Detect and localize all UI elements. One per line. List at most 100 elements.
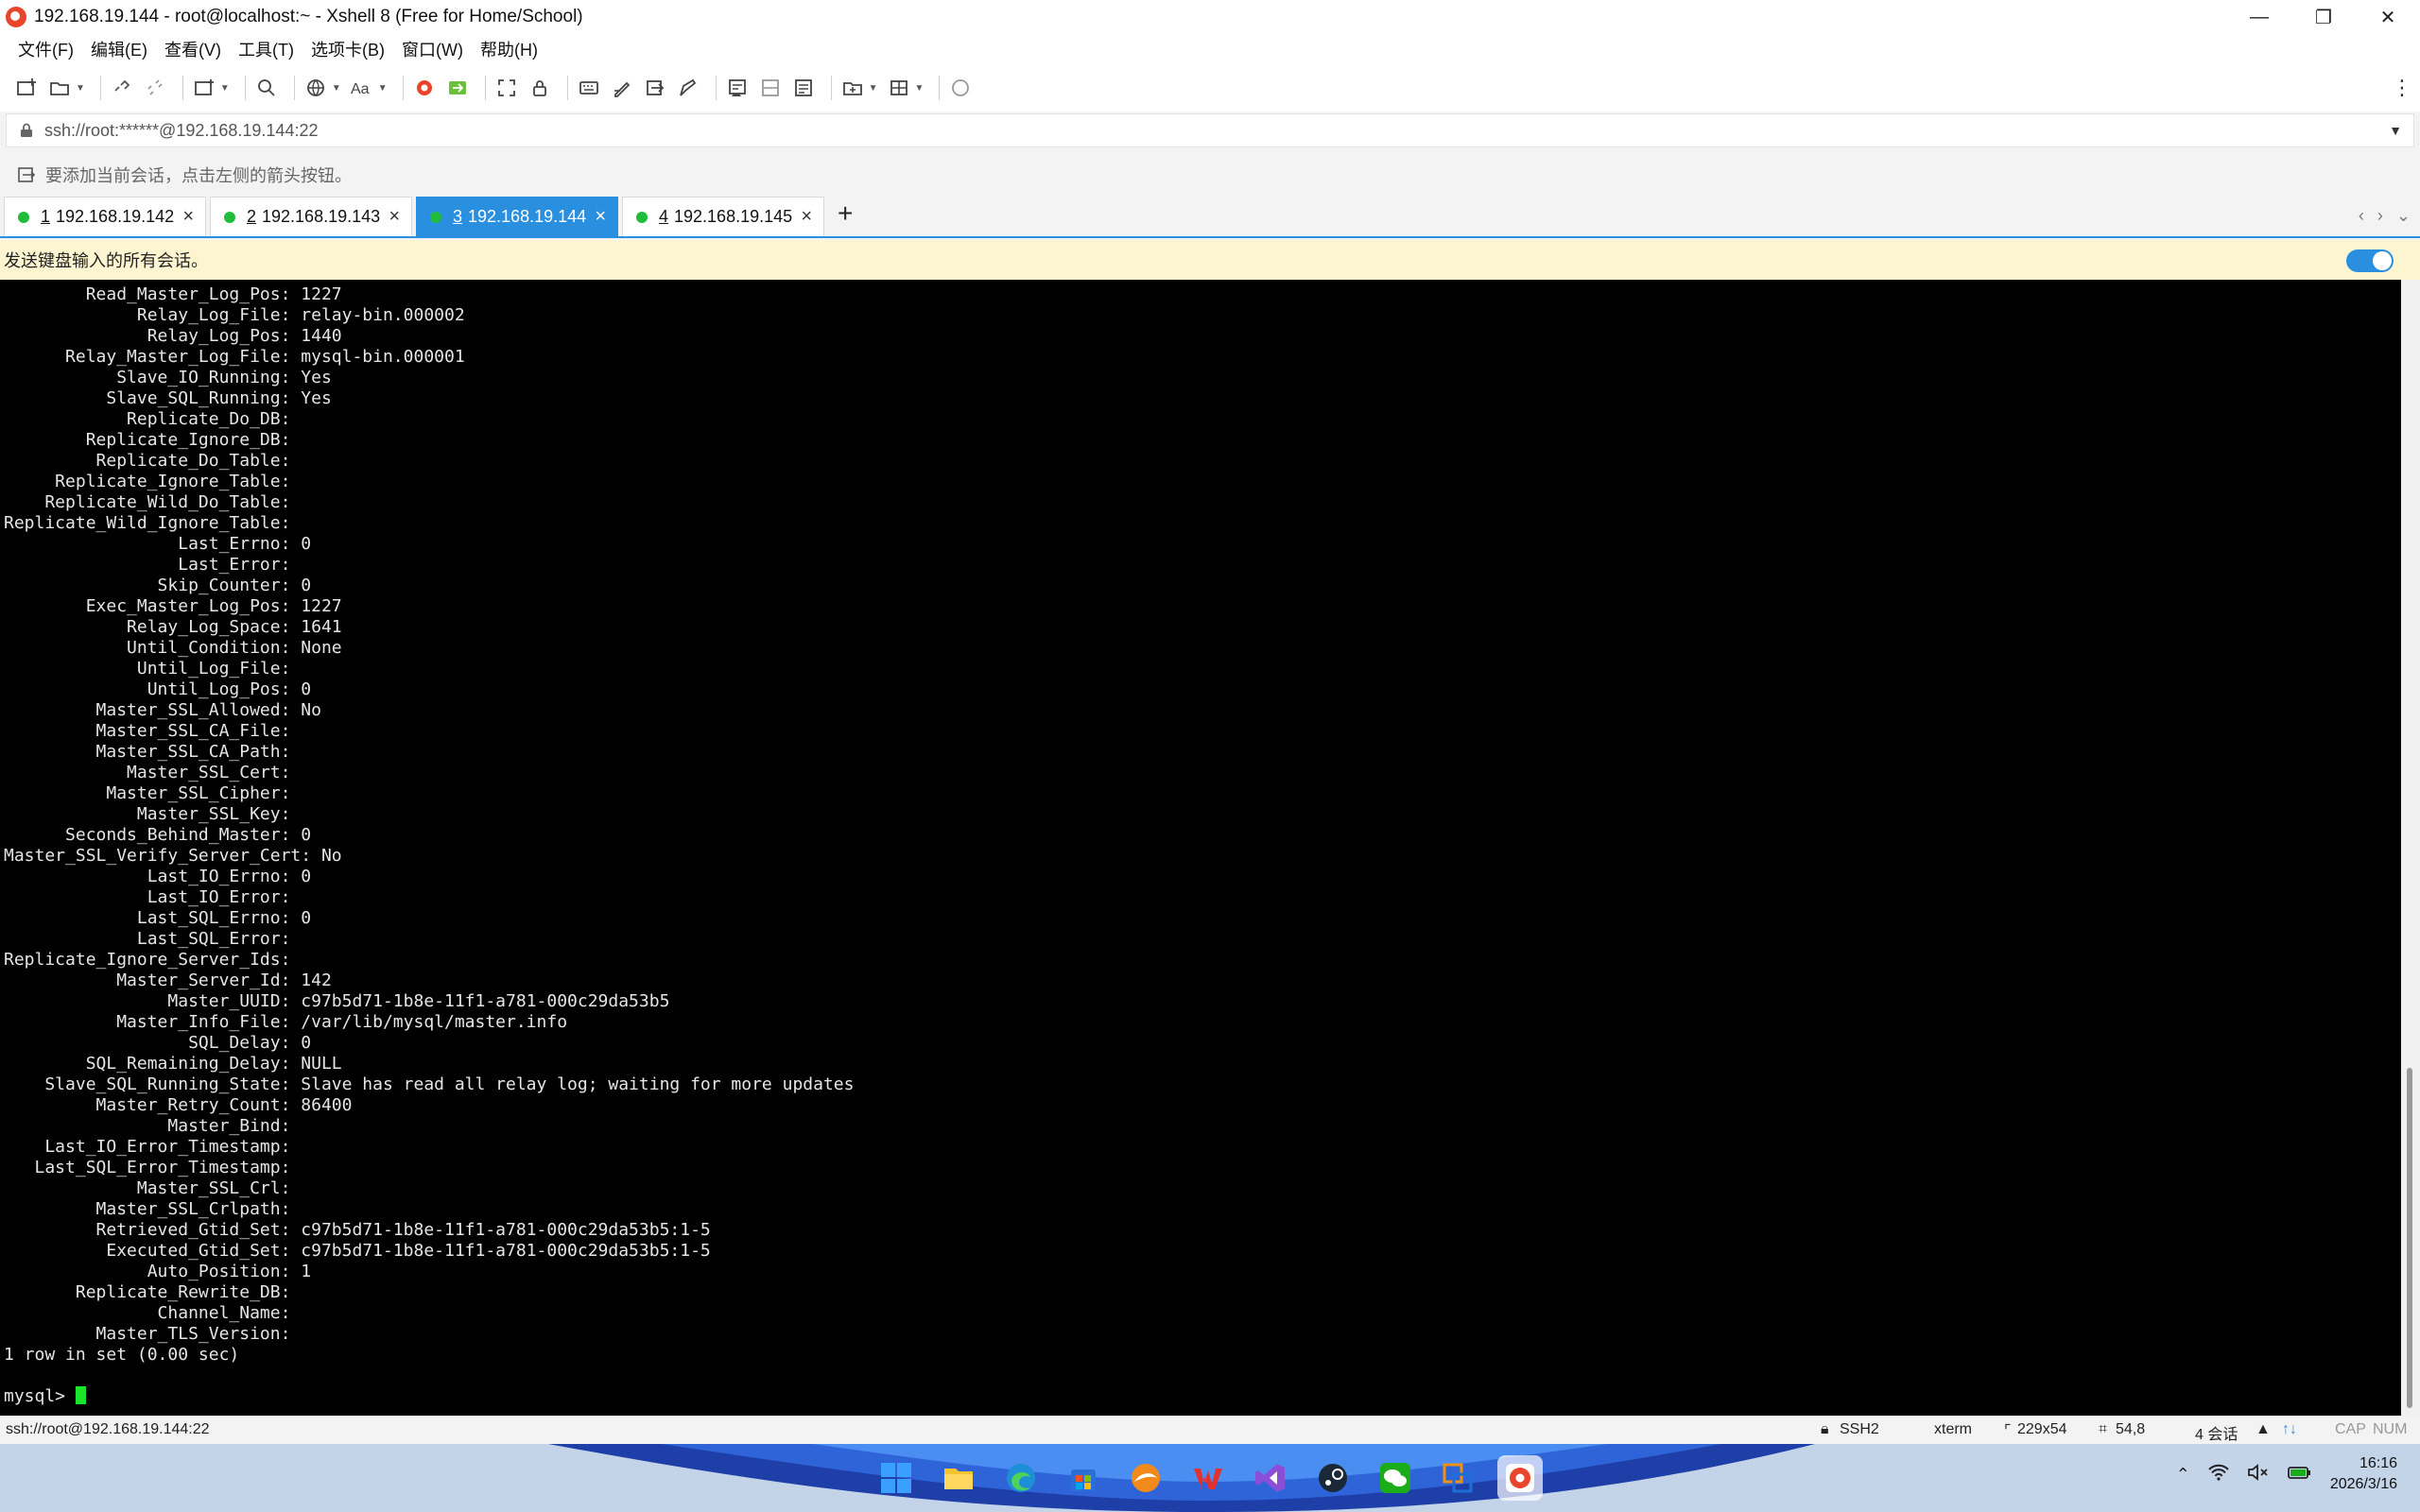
new-session-icon[interactable] (13, 75, 40, 101)
split-icon[interactable] (757, 75, 784, 101)
add-folder-dropdown-caret-icon[interactable]: ▼ (869, 83, 878, 94)
session-tab-2[interactable]: 2 192.168.19.143 × (210, 197, 412, 236)
session-tab-4[interactable]: 4 192.168.19.145 × (622, 197, 824, 236)
svg-text:Aa: Aa (351, 81, 370, 97)
wps-icon[interactable] (1185, 1455, 1231, 1501)
open-folder-icon[interactable] (46, 75, 73, 101)
add-session-arrow-icon[interactable] (17, 164, 38, 185)
menu-file[interactable]: 文件(F) (9, 37, 82, 61)
store-icon[interactable] (1061, 1455, 1106, 1501)
terminal-line: Master_TLS_Version: (4, 1324, 302, 1344)
browser-icon[interactable] (1123, 1455, 1168, 1501)
font-dropdown-caret-icon[interactable]: ▼ (378, 83, 388, 94)
session-tab-3[interactable]: 3 192.168.19.144 × (416, 197, 618, 236)
close-tab-icon[interactable]: × (182, 206, 194, 228)
close-tab-icon[interactable]: × (801, 206, 812, 228)
status-session-count[interactable]: 4 会话 (2195, 1421, 2238, 1444)
terminal-line: Slave_SQL_Running_State: Slave has read … (4, 1074, 855, 1094)
close-tab-icon[interactable]: × (389, 206, 400, 228)
lock-icon[interactable] (527, 75, 553, 101)
xshell-logo-icon (6, 7, 26, 27)
disconnect-icon[interactable] (142, 75, 168, 101)
visual-studio-icon[interactable] (1248, 1455, 1293, 1501)
xftp-icon[interactable] (444, 75, 471, 101)
menu-view[interactable]: 查看(V) (156, 37, 230, 61)
menu-window[interactable]: 窗口(W) (393, 37, 472, 61)
session-tab-1[interactable]: 1 192.168.19.142 × (4, 197, 206, 236)
battery-icon[interactable] (2287, 1463, 2313, 1486)
address-input[interactable]: ssh://root:******@192.168.19.144:22 (44, 121, 318, 141)
toolbar-more-icon[interactable]: ⋮ (2392, 76, 2412, 100)
terminal-line: Replicate_Rewrite_DB: (4, 1282, 302, 1302)
font-icon[interactable]: Aa (349, 75, 375, 101)
terminal-line: Relay_Log_Pos: 1440 (4, 326, 342, 346)
edge-icon[interactable] (998, 1455, 1044, 1501)
terminal-line: Until_Log_Pos: 0 (4, 679, 312, 699)
keyboard-icon[interactable] (576, 75, 602, 101)
volume-muted-icon[interactable] (2247, 1463, 2270, 1486)
minimize-button[interactable]: — (2227, 0, 2291, 34)
add-folder-icon[interactable] (839, 75, 866, 101)
xshell-icon[interactable] (411, 75, 438, 101)
close-window-button[interactable]: ✕ (2356, 0, 2420, 34)
terminal-prompt-line[interactable]: mysql> (0, 1386, 2401, 1407)
broadcast-toggle[interactable] (2346, 249, 2394, 272)
terminal-line: Slave_IO_Running: Yes (4, 368, 332, 387)
terminal-line: Replicate_Wild_Do_Table: (4, 492, 302, 512)
chevron-right-icon[interactable]: › (2377, 206, 2383, 226)
menu-tab[interactable]: 选项卡(B) (302, 37, 393, 61)
globe-icon[interactable] (302, 75, 329, 101)
address-bar[interactable]: ssh://root:******@192.168.19.144:22 ▼ (6, 113, 2414, 147)
chat-icon[interactable] (947, 75, 974, 101)
windows-start-icon[interactable] (873, 1455, 919, 1501)
add-tab-button[interactable]: + (838, 198, 853, 229)
wifi-icon[interactable] (2207, 1463, 2230, 1486)
new-tab-icon[interactable] (191, 75, 217, 101)
reconnect-icon[interactable] (109, 75, 135, 101)
restore-button[interactable]: ❐ (2291, 0, 2356, 34)
script-icon[interactable] (609, 75, 635, 101)
caret-up-icon[interactable]: ▲ (2256, 1421, 2271, 1438)
tab-navigation: ‹ › ⌄ (2359, 206, 2411, 226)
toolbar-separator (566, 76, 568, 100)
terminal-line: Last_Errno: 0 (4, 534, 312, 554)
terminal-line: Last_SQL_Error: (4, 929, 302, 949)
chevron-left-icon[interactable]: ‹ (2359, 206, 2364, 226)
globe-dropdown-caret-icon[interactable]: ▼ (332, 83, 341, 94)
toolbar-separator (939, 76, 941, 100)
chevron-down-icon[interactable]: ⌄ (2396, 206, 2411, 226)
compose-icon[interactable] (675, 75, 701, 101)
file-explorer-icon[interactable] (936, 1455, 981, 1501)
menu-bar: 文件(F) 编辑(E) 查看(V) 工具(T) 选项卡(B) 窗口(W) 帮助(… (0, 34, 2420, 64)
steam-icon[interactable] (1310, 1455, 1356, 1501)
scrollbar-thumb[interactable] (2407, 1068, 2412, 1408)
terminal-line: Master_SSL_Cert: (4, 763, 302, 782)
title-bar: 192.168.19.144 - root@localhost:~ - Xshe… (0, 0, 2420, 34)
layout-icon[interactable] (790, 75, 817, 101)
xshell-icon[interactable] (1497, 1455, 1543, 1501)
chevron-up-icon[interactable]: ⌃ (2176, 1465, 2190, 1485)
fullscreen-icon[interactable] (493, 75, 520, 101)
vmware-icon[interactable] (1435, 1455, 1480, 1501)
terminal-line: Slave_SQL_Running: Yes (4, 388, 332, 408)
system-clock[interactable]: 16:16 2026/3/16 (2330, 1453, 2397, 1495)
terminal-line: Master_SSL_Cipher: (4, 783, 302, 803)
menu-tools[interactable]: 工具(T) (230, 37, 302, 61)
new-tab-dropdown-caret-icon[interactable]: ▼ (220, 83, 230, 94)
find-icon[interactable] (253, 75, 280, 101)
close-tab-icon[interactable]: × (595, 206, 606, 228)
terminal-scrollbar[interactable] (2401, 280, 2420, 1416)
transfer-icon[interactable] (642, 75, 668, 101)
terminal-line: Replicate_Ignore_Table: (4, 472, 302, 491)
log-icon[interactable] (724, 75, 751, 101)
menu-help[interactable]: 帮助(H) (472, 37, 546, 61)
grid-layout-icon[interactable] (886, 75, 912, 101)
terminal-output[interactable]: Read_Master_Log_Pos: 1227 Relay_Log_File… (0, 280, 2401, 1416)
open-dropdown-caret-icon[interactable]: ▼ (76, 83, 85, 94)
terminal-line: Master_Bind: (4, 1116, 302, 1136)
menu-edit[interactable]: 编辑(E) (82, 37, 156, 61)
wechat-icon[interactable] (1373, 1455, 1418, 1501)
chevron-down-icon[interactable]: ▼ (2389, 123, 2402, 138)
grid-dropdown-caret-icon[interactable]: ▼ (915, 83, 925, 94)
